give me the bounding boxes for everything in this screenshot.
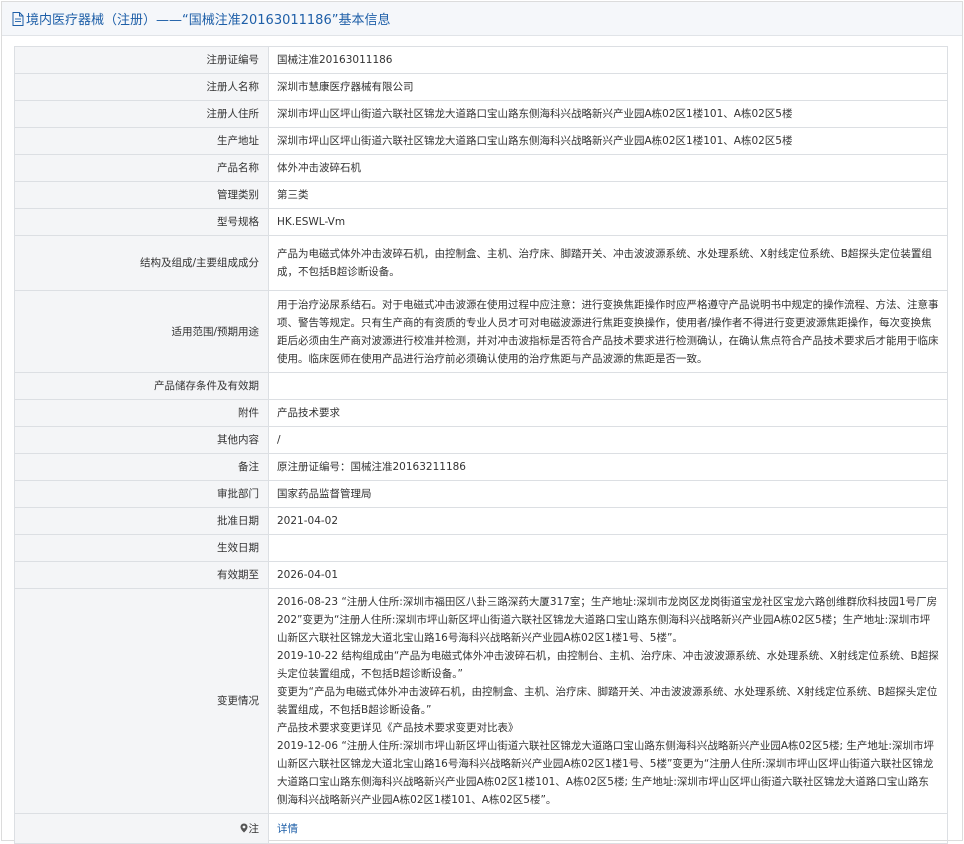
change-history: 2016-08-23 “注册人住所:深圳市福田区八卦三路深药大厦317室；生产地… [268, 588, 948, 814]
field-label: 产品储存条件及有效期 [14, 372, 269, 400]
table-row: 其他内容 / [14, 426, 948, 454]
detail-panel: 境内医疗器械（注册）——“国械注准20163011186”基本信息 注册证编号 … [1, 1, 963, 844]
page-header: 境内医疗器械（注册）——“国械注准20163011186”基本信息 [2, 2, 962, 36]
document-icon [12, 11, 24, 26]
table-row: 生效日期 [14, 534, 948, 562]
field-label: 结构及组成/主要组成成分 [14, 235, 269, 291]
table-row: 结构及组成/主要组成成分 产品为电磁式体外冲击波碎石机，由控制盒、主机、治疗床、… [14, 235, 948, 291]
change-entry: 变更为“产品为电磁式体外冲击波碎石机，由控制盒、主机、治疗床、脚踏开关、冲击波波… [277, 686, 938, 716]
field-value: HK.ESWL-Vm [268, 208, 948, 236]
info-table: 注册证编号 国械注准20163011186 注册人名称 深圳市慧康医疗器械有限公… [14, 46, 948, 844]
note-label-cell: 注 [14, 813, 269, 844]
field-value: 原注册证编号：国械注准20163211186 [268, 453, 948, 481]
field-label: 产品名称 [14, 154, 269, 182]
note-value-cell: 详情 [268, 813, 948, 844]
table-row: 管理类别 第三类 [14, 181, 948, 209]
field-value: 国家药品监督管理局 [268, 480, 948, 508]
table-row: 审批部门 国家药品监督管理局 [14, 480, 948, 508]
table-row: 注 详情 [14, 813, 948, 844]
location-pin-icon [240, 821, 248, 832]
field-value: 用于治疗泌尿系结石。对于电磁式冲击波源在使用过程中应注意：进行变换焦距操作时应严… [268, 290, 948, 373]
table-row: 注册人名称 深圳市慧康医疗器械有限公司 [14, 73, 948, 101]
field-value: 2021-04-02 [268, 507, 948, 535]
field-label: 其他内容 [14, 426, 269, 454]
table-row: 产品名称 体外冲击波碎石机 [14, 154, 948, 182]
field-label: 注册人名称 [14, 73, 269, 101]
table-row: 适用范围/预期用途 用于治疗泌尿系结石。对于电磁式冲击波源在使用过程中应注意：进… [14, 290, 948, 373]
details-link[interactable]: 详情 [277, 823, 298, 835]
table-row: 产品储存条件及有效期 [14, 372, 948, 400]
change-entry: 2016-08-23 “注册人住所:深圳市福田区八卦三路深药大厦317室；生产地… [277, 596, 938, 644]
table-row: 注册人住所 深圳市坪山区坪山街道六联社区锦龙大道路口宝山路东侧海科兴战略新兴产业… [14, 100, 948, 128]
change-entry: 2019-10-22 结构组成由“产品为电磁式体外冲击波碎石机，由控制台、主机、… [277, 650, 939, 680]
note-label: 注 [248, 822, 260, 835]
field-value [268, 534, 948, 562]
field-value: 产品技术要求 [268, 399, 948, 427]
field-value: 体外冲击波碎石机 [268, 154, 948, 182]
field-value: 2026-04-01 [268, 561, 948, 589]
table-row: 型号规格 HK.ESWL-Vm [14, 208, 948, 236]
field-label: 有效期至 [14, 561, 269, 589]
field-value: 深圳市坪山区坪山街道六联社区锦龙大道路口宝山路东侧海科兴战略新兴产业园A栋02区… [268, 127, 948, 155]
field-label: 管理类别 [14, 181, 269, 209]
field-label: 变更情况 [14, 588, 269, 814]
field-label: 生产地址 [14, 127, 269, 155]
field-label: 附件 [14, 399, 269, 427]
field-label: 适用范围/预期用途 [14, 290, 269, 373]
field-label: 备注 [14, 453, 269, 481]
field-value: 深圳市慧康医疗器械有限公司 [268, 73, 948, 101]
table-row: 附件 产品技术要求 [14, 399, 948, 427]
field-label: 注册人住所 [14, 100, 269, 128]
table-row: 批准日期 2021-04-02 [14, 507, 948, 535]
table-row: 生产地址 深圳市坪山区坪山街道六联社区锦龙大道路口宝山路东侧海科兴战略新兴产业园… [14, 127, 948, 155]
field-label: 批准日期 [14, 507, 269, 535]
change-entry: 产品技术要求变更详见《产品技术要求变更对比表》 [277, 722, 519, 734]
field-label: 生效日期 [14, 534, 269, 562]
field-label: 审批部门 [14, 480, 269, 508]
table-row: 有效期至 2026-04-01 [14, 561, 948, 589]
field-value: 深圳市坪山区坪山街道六联社区锦龙大道路口宝山路东侧海科兴战略新兴产业园A栋02区… [268, 100, 948, 128]
change-entry: 2019-12-06 “注册人住所:深圳市坪山新区坪山街道六联社区锦龙大道路口宝… [277, 740, 934, 806]
field-value [268, 372, 948, 400]
field-label: 注册证编号 [14, 46, 269, 74]
field-label: 型号规格 [14, 208, 269, 236]
field-value: 第三类 [268, 181, 948, 209]
field-value: 国械注准20163011186 [268, 46, 948, 74]
field-value: / [268, 426, 948, 454]
table-row: 注册证编号 国械注准20163011186 [14, 46, 948, 74]
field-value: 产品为电磁式体外冲击波碎石机，由控制盒、主机、治疗床、脚踏开关、冲击波波源系统、… [268, 235, 948, 291]
page-title: 境内医疗器械（注册）——“国械注准20163011186”基本信息 [26, 13, 391, 28]
table-row: 备注 原注册证编号：国械注准20163211186 [14, 453, 948, 481]
table-row: 变更情况 2016-08-23 “注册人住所:深圳市福田区八卦三路深药大厦317… [14, 588, 948, 814]
